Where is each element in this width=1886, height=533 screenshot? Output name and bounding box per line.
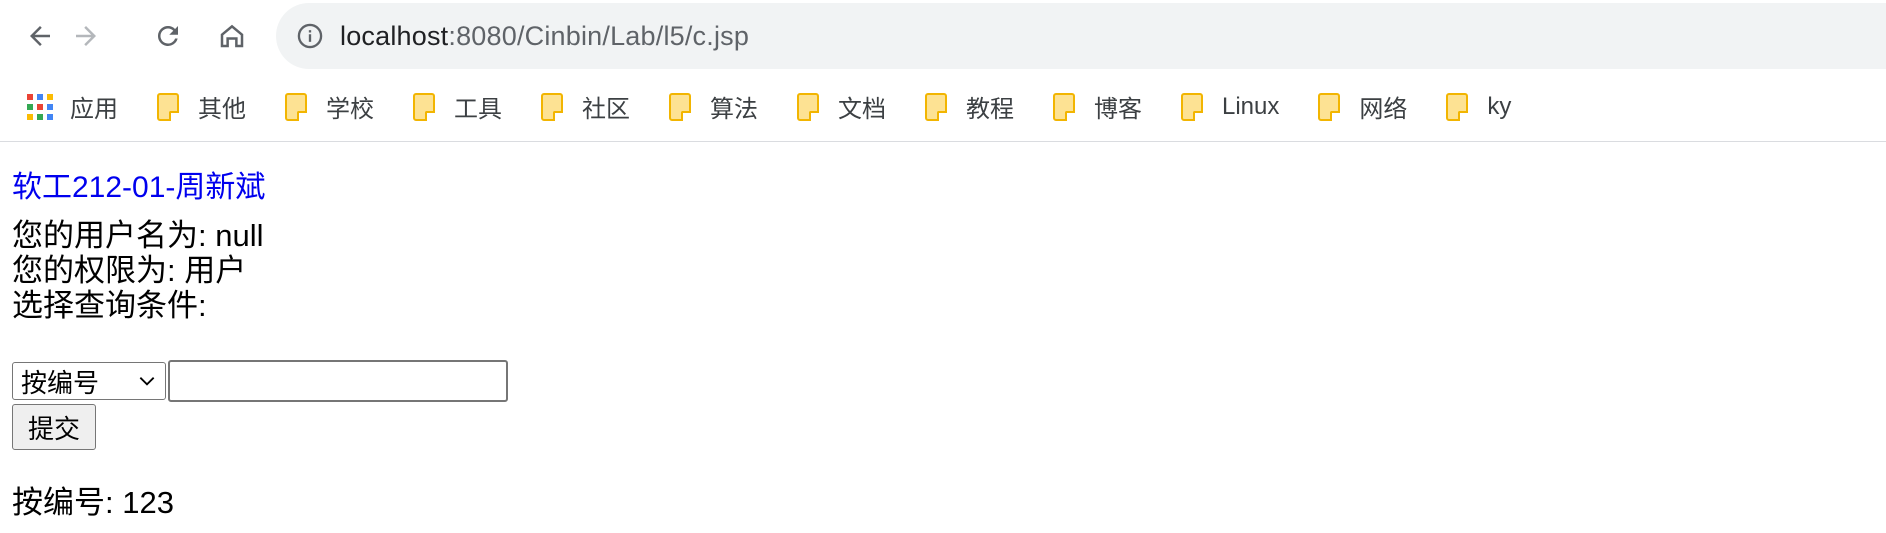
folder-icon xyxy=(922,92,950,121)
bookmark-folder-blogs[interactable]: 博客 xyxy=(1050,85,1142,129)
reload-icon xyxy=(157,25,178,46)
folder-icon xyxy=(1315,92,1343,121)
submit-button[interactable]: 提交 xyxy=(12,404,96,450)
folder-icon xyxy=(410,92,438,121)
bookmark-label: 工具 xyxy=(454,96,502,123)
folder-icon xyxy=(154,92,182,121)
back-button[interactable] xyxy=(20,12,60,60)
query-condition-select[interactable]: 按编号 xyxy=(12,362,166,400)
bookmark-folder-docs[interactable]: 文档 xyxy=(794,85,886,129)
bookmark-label: 算法 xyxy=(710,96,758,123)
page-heading-link[interactable]: 软工212-01-周新斌 xyxy=(12,162,265,206)
forward-button[interactable] xyxy=(66,12,106,60)
bookmark-folder-network[interactable]: 网络 xyxy=(1315,85,1407,129)
folder-icon xyxy=(1050,92,1078,121)
chevron-down-icon xyxy=(139,377,155,386)
address-bar[interactable]: localhost:8080/Cinbin/Lab/l5/c.jsp xyxy=(276,3,1886,69)
bookmark-folder-ky[interactable]: ky xyxy=(1443,85,1511,129)
bookmark-label: 应用 xyxy=(70,96,118,123)
home-button[interactable] xyxy=(212,12,252,60)
info-icon xyxy=(297,23,323,49)
bookmark-folder-community[interactable]: 社区 xyxy=(538,85,630,129)
bookmark-folder-school[interactable]: 学校 xyxy=(282,85,374,129)
result-text: 按编号: 123 xyxy=(12,485,174,520)
back-arrow-icon xyxy=(30,26,50,46)
apps-grid-icon xyxy=(26,93,54,121)
bookmark-label: 其他 xyxy=(198,96,246,123)
reload-button[interactable] xyxy=(148,12,188,60)
query-input[interactable] xyxy=(168,360,508,402)
folder-icon xyxy=(1443,92,1471,121)
folder-icon xyxy=(666,92,694,121)
home-icon xyxy=(220,24,244,48)
browser-toolbar: localhost:8080/Cinbin/Lab/l5/c.jsp xyxy=(0,0,1886,72)
bookmark-label: 教程 xyxy=(966,96,1014,123)
bookmark-folder-linux[interactable]: Linux xyxy=(1178,85,1279,129)
bookmark-folder-algorithms[interactable]: 算法 xyxy=(666,85,758,129)
folder-icon xyxy=(538,92,566,121)
site-info-button[interactable] xyxy=(294,20,326,52)
forward-arrow-icon xyxy=(76,26,96,46)
bookmark-label: 文档 xyxy=(838,96,886,123)
bookmark-label: ky xyxy=(1487,92,1512,120)
bookmark-folder-tools[interactable]: 工具 xyxy=(410,85,502,129)
folder-icon xyxy=(282,92,310,121)
permission-text: 您的权限为: 用户 xyxy=(12,253,247,288)
url-text[interactable]: localhost:8080/Cinbin/Lab/l5/c.jsp xyxy=(340,21,749,52)
url-host: localhost xyxy=(340,20,449,51)
folder-icon xyxy=(1178,92,1206,121)
query-prompt-text: 选择查询条件: xyxy=(12,288,207,323)
bookmark-label: 博客 xyxy=(1094,96,1142,123)
bookmark-folder-other[interactable]: 其他 xyxy=(154,85,246,129)
bookmark-label: 社区 xyxy=(582,96,630,123)
folder-icon xyxy=(794,92,822,121)
select-value: 按编号 xyxy=(21,367,100,398)
username-text: 您的用户名为: null xyxy=(12,218,264,253)
bookmark-label: 网络 xyxy=(1359,96,1408,123)
bookmark-apps[interactable]: 应用 xyxy=(26,85,118,129)
bookmark-folder-tutorials[interactable]: 教程 xyxy=(922,85,1014,129)
bookmarks-bar: 应用 其他 学校 工具 社区 算法 文档 教程 博客 Linux 网络 ky xyxy=(0,72,1886,142)
url-path: :8080/Cinbin/Lab/l5/c.jsp xyxy=(448,20,750,51)
bookmark-label: Linux xyxy=(1222,92,1280,120)
bookmark-label: 学校 xyxy=(326,96,374,123)
